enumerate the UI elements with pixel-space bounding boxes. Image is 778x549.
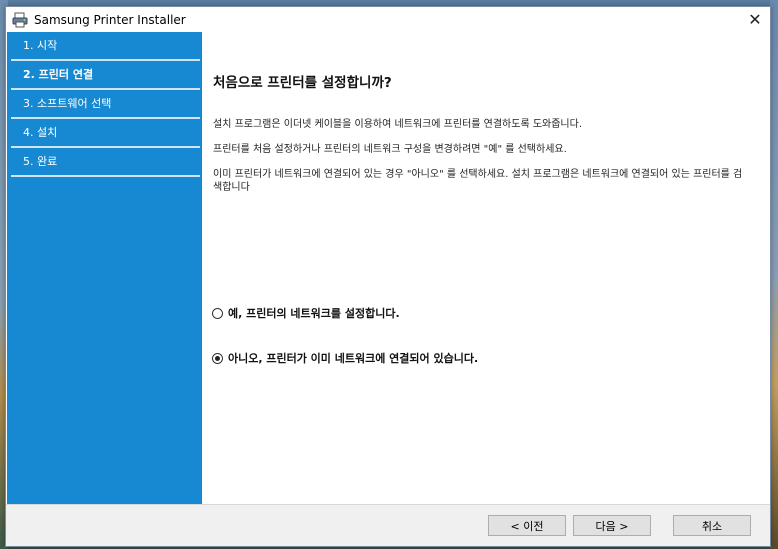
sidebar-step-start: 1. 시작 bbox=[11, 32, 200, 61]
radio-option-setup-network[interactable]: 예, 프린터의 네트워크를 설정합니다. bbox=[212, 305, 400, 321]
window-title: Samsung Printer Installer bbox=[34, 12, 186, 27]
description-paragraph: 프린터를 처음 설정하거나 프린터의 네트워크 구성을 변경하려면 "예" 를 … bbox=[213, 144, 567, 155]
radio-label: 예, 프린터의 네트워크를 설정합니다. bbox=[228, 307, 400, 320]
sidebar-step-printer-connection: 2. 프린터 연결 bbox=[11, 61, 200, 90]
button-bar: < 이전 다음 > 취소 bbox=[6, 504, 770, 546]
page-title: 처음으로 프린터를 설정합니까? bbox=[213, 75, 392, 91]
installer-window: Samsung Printer Installer ✕ 1. 시작 2. 프린터… bbox=[5, 6, 771, 547]
steps-sidebar: 1. 시작 2. 프린터 연결 3. 소프트웨어 선택 4. 설치 5. 완료 bbox=[7, 32, 202, 504]
description-paragraph: 설치 프로그램은 이더넷 케이블을 이용하여 네트워크에 프린터를 연결하도록 … bbox=[213, 119, 583, 130]
close-icon: ✕ bbox=[748, 10, 762, 29]
sidebar-step-finish: 5. 완료 bbox=[11, 148, 200, 177]
cancel-button[interactable]: 취소 bbox=[673, 515, 751, 536]
close-button[interactable]: ✕ bbox=[740, 7, 770, 32]
radio-button-selected[interactable] bbox=[212, 352, 223, 364]
main-content: 처음으로 프린터를 설정합니까? 설치 프로그램은 이더넷 케이블을 이용하여 … bbox=[202, 32, 770, 504]
sidebar-step-software-selection: 3. 소프트웨어 선택 bbox=[11, 90, 200, 119]
radio-button[interactable] bbox=[212, 307, 223, 319]
radio-label: 아니오, 프린터가 이미 네트워크에 연결되어 있습니다. bbox=[228, 352, 479, 365]
description-paragraph: 이미 프린터가 네트워크에 연결되어 있는 경우 "아니오" 를 선택하세요. … bbox=[213, 169, 743, 193]
next-button[interactable]: 다음 > bbox=[573, 515, 651, 536]
printer-installer-icon bbox=[12, 12, 28, 28]
sidebar-step-install: 4. 설치 bbox=[11, 119, 200, 148]
radio-option-already-connected[interactable]: 아니오, 프린터가 이미 네트워크에 연결되어 있습니다. bbox=[212, 350, 478, 366]
title-bar: Samsung Printer Installer ✕ bbox=[6, 7, 770, 32]
back-button[interactable]: < 이전 bbox=[488, 515, 566, 536]
desktop-wallpaper-right bbox=[770, 0, 778, 549]
